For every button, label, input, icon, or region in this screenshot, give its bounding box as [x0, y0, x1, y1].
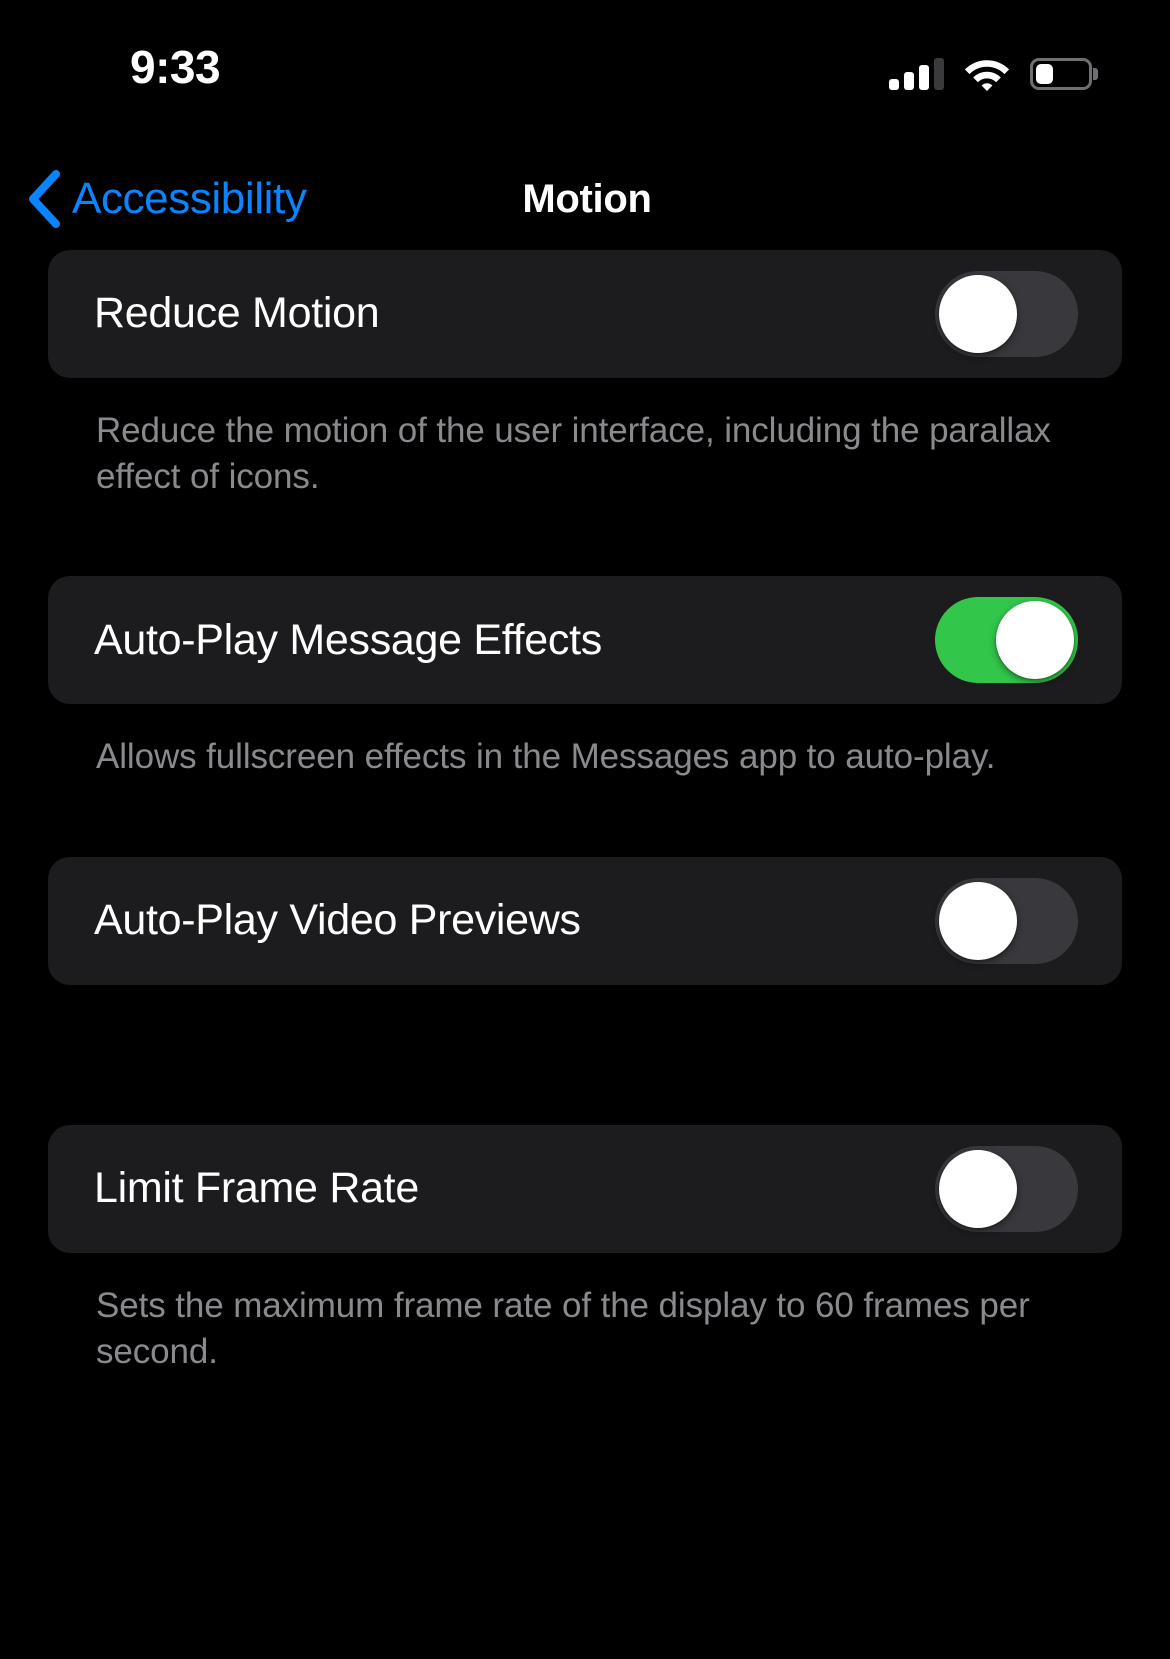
setting-footnote-limit-frame-rate: Sets the maximum frame rate of the displ…	[96, 1285, 1030, 1371]
settings-list: Reduce Motion Reduce the motion of the u…	[0, 250, 1170, 1375]
toggle-reduce-motion[interactable]	[935, 271, 1078, 357]
battery-fill	[1036, 64, 1053, 84]
setting-row-reduce-motion[interactable]: Reduce Motion	[48, 250, 1122, 378]
toggle-auto-play-message-effects[interactable]	[935, 597, 1078, 684]
cellular-bar-4	[934, 58, 944, 90]
toggle-knob	[939, 1149, 1017, 1228]
setting-group-auto-play-message-effects: Auto-Play Message Effects Allows fullscr…	[0, 576, 1170, 780]
setting-label-reduce-motion: Reduce Motion	[94, 289, 380, 338]
wifi-icon	[964, 60, 1010, 91]
setting-row-auto-play-message-effects[interactable]: Auto-Play Message Effects	[48, 576, 1122, 705]
toggle-auto-play-video-previews[interactable]	[935, 877, 1078, 964]
setting-group-auto-play-video-previews: Auto-Play Video Previews	[0, 856, 1170, 985]
status-bar: 9:33	[0, 0, 1170, 130]
setting-label-auto-play-video-previews: Auto-Play Video Previews	[94, 895, 581, 944]
toggle-knob	[939, 275, 1017, 353]
toggle-limit-frame-rate[interactable]	[935, 1145, 1078, 1232]
cellular-bar-1	[889, 79, 899, 90]
toggle-knob	[939, 881, 1017, 960]
setting-group-limit-frame-rate: Limit Frame Rate Sets the maximum frame …	[0, 1124, 1170, 1375]
setting-label-auto-play-message-effects: Auto-Play Message Effects	[94, 615, 602, 664]
setting-label-limit-frame-rate: Limit Frame Rate	[94, 1163, 419, 1212]
setting-footnote-reduce-motion: Reduce the motion of the user interface,…	[96, 411, 1051, 497]
cellular-bar-2	[904, 72, 914, 90]
setting-group-reduce-motion: Reduce Motion Reduce the motion of the u…	[0, 250, 1170, 500]
setting-row-limit-frame-rate[interactable]: Limit Frame Rate	[48, 1124, 1122, 1253]
setting-footnote-auto-play-message-effects: Allows fullscreen effects in the Message…	[96, 737, 996, 777]
battery-icon	[1030, 58, 1092, 90]
toggle-knob	[996, 601, 1074, 680]
cellular-bar-3	[919, 65, 929, 90]
setting-row-auto-play-video-previews[interactable]: Auto-Play Video Previews	[48, 856, 1122, 985]
navigation-bar: Accessibility Motion	[0, 160, 1170, 238]
status-bar-time: 9:33	[130, 41, 221, 93]
status-bar-icons	[889, 52, 1092, 96]
cellular-signal-icon	[889, 58, 944, 90]
page-title: Motion	[522, 176, 652, 221]
